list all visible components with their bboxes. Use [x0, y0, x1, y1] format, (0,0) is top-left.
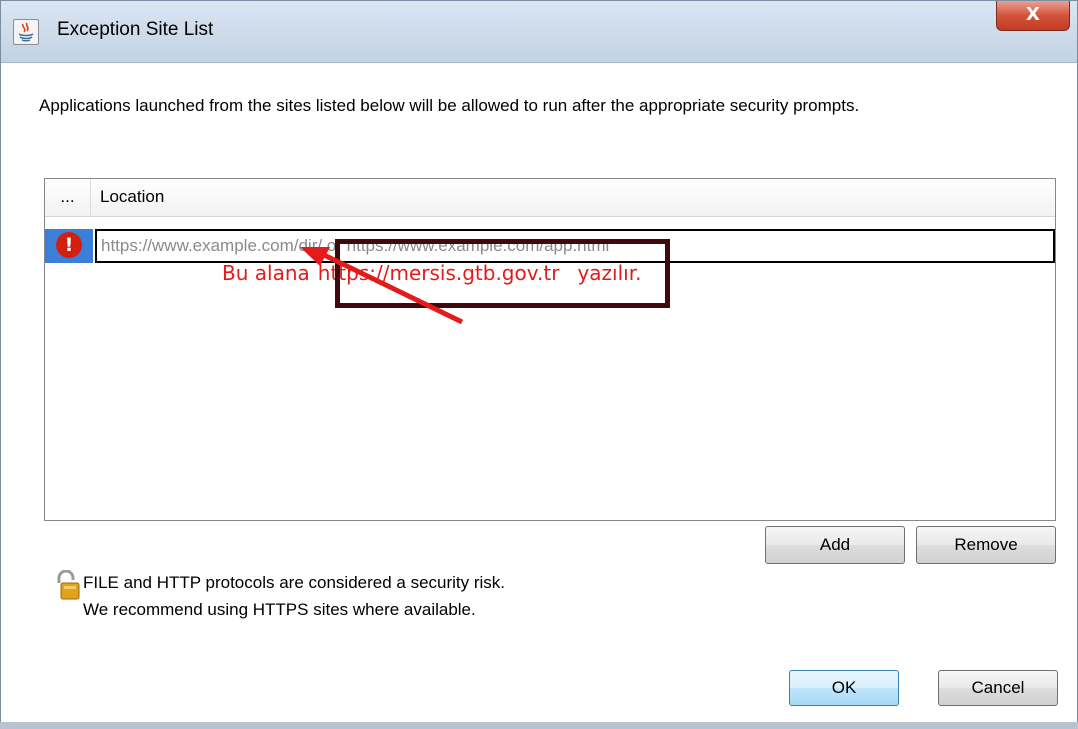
table-header: ... Location — [45, 179, 1055, 217]
exception-site-table: ... Location ! — [44, 178, 1056, 521]
cancel-button[interactable]: Cancel — [938, 670, 1058, 706]
background-window-bottom — [0, 722, 1078, 729]
remove-button[interactable]: Remove — [916, 526, 1056, 564]
security-note: FILE and HTTP protocols are considered a… — [83, 569, 505, 623]
column-header-location[interactable]: Location — [100, 179, 164, 217]
error-icon: ! — [56, 232, 82, 258]
lock-icon — [57, 570, 80, 600]
add-button[interactable]: Add — [765, 526, 905, 564]
title-bar[interactable]: Exception Site List X — [1, 1, 1077, 63]
close-button[interactable]: X — [996, 1, 1070, 31]
dialog-content: Applications launched from the sites lis… — [1, 64, 1077, 722]
annotation-highlight-box — [335, 239, 670, 308]
annotation-prefix: Bu alana — [222, 261, 310, 285]
row-status-cell[interactable]: ! — [45, 229, 93, 263]
column-header-status[interactable]: ... — [45, 179, 91, 217]
ok-button[interactable]: OK — [789, 670, 899, 706]
exception-site-list-dialog: Exception Site List X Applications launc… — [0, 0, 1078, 722]
description-text: Applications launched from the sites lis… — [39, 96, 860, 115]
java-icon — [13, 19, 39, 45]
security-note-line-2: We recommend using HTTPS sites where ava… — [83, 600, 476, 619]
window-title: Exception Site List — [57, 19, 214, 40]
security-note-line-1: FILE and HTTP protocols are considered a… — [83, 573, 506, 592]
